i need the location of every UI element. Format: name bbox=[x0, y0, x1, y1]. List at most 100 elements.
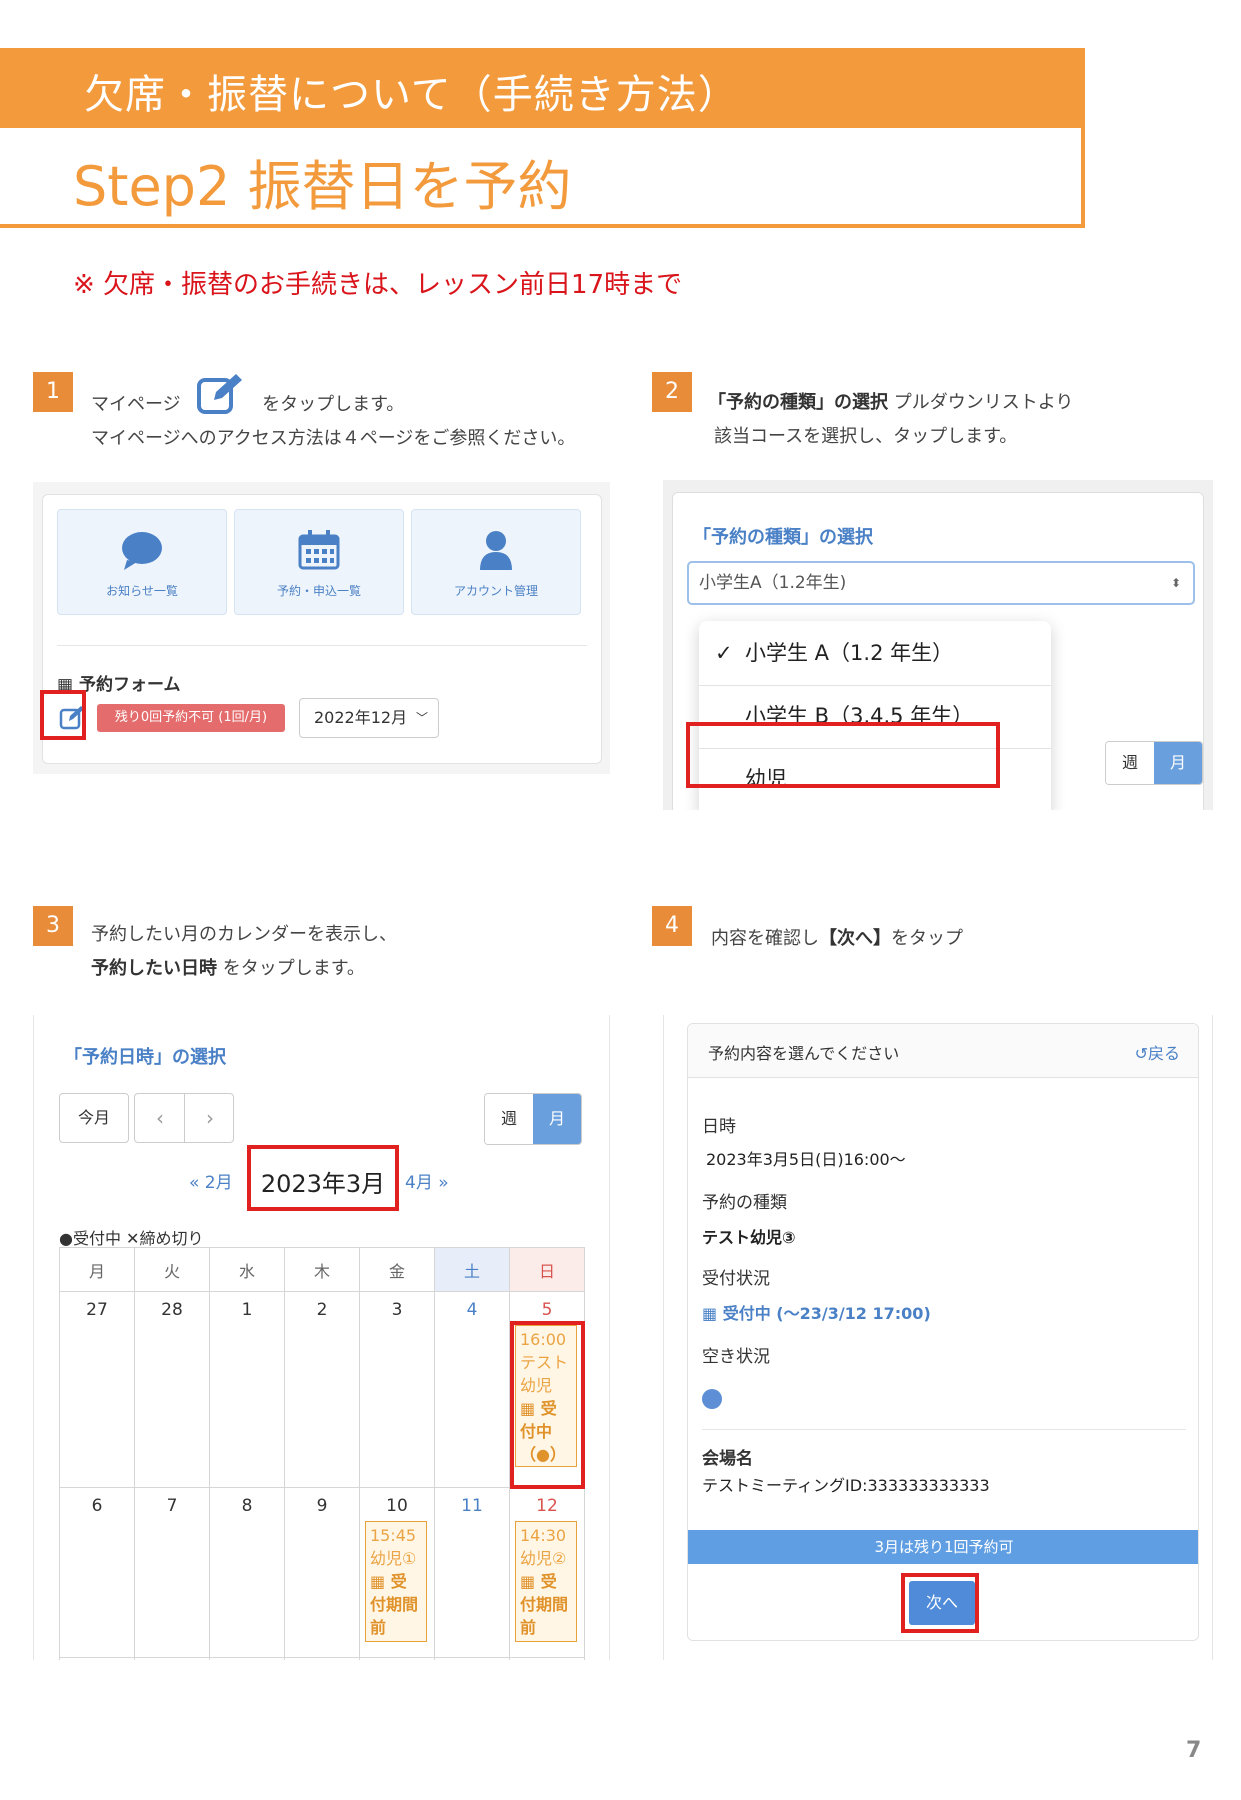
tile-notices[interactable]: お知らせ一覧 bbox=[57, 509, 227, 615]
tile-label: アカウント管理 bbox=[453, 584, 538, 598]
tile-account[interactable]: アカウント管理 bbox=[411, 509, 581, 615]
vacancy-indicator bbox=[702, 1389, 722, 1409]
vacancy-label: 空き状況 bbox=[702, 1347, 770, 1367]
title-box: Step2 振替日を予約 bbox=[0, 124, 1085, 228]
month-view-button[interactable]: 月 bbox=[1154, 742, 1202, 784]
highlight-box bbox=[510, 1321, 585, 1489]
highlight-box bbox=[247, 1145, 399, 1211]
prev-month-link[interactable]: « 2月 bbox=[189, 1168, 233, 1193]
status-value: ▦ 受付中 (〜23/3/12 17:00) bbox=[702, 1304, 931, 1323]
mypage-screenshot: お知らせ一覧 予約・申込一覧 アカウント管理 ▦ 予約フォーム 残り0回予約不可… bbox=[33, 482, 610, 774]
step-1-description: マイページ をタップします。 マイページへのアクセス方法は４ページをご参照くださ… bbox=[91, 374, 575, 456]
weekday-fri: 金 bbox=[359, 1247, 435, 1292]
tile-bookings[interactable]: 予約・申込一覧 bbox=[234, 509, 404, 615]
chevron-left-icon[interactable]: ‹ bbox=[135, 1094, 185, 1142]
step-4-number: 4 bbox=[652, 906, 692, 946]
weekday-header: 月 火 水 木 金 土 日 bbox=[59, 1247, 585, 1292]
remaining-banner: 3月は残り1回予約可 bbox=[688, 1530, 1198, 1564]
category-banner: 欠席・振替について（手続き方法） bbox=[0, 48, 1085, 124]
calendar-icon: ▦ bbox=[370, 1572, 386, 1591]
back-link[interactable]: ↺戻る bbox=[1135, 1040, 1180, 1064]
week-row: 6 7 8 9 10 15:45 幼児① ▦ 受付期間前 11 12 14:30… bbox=[59, 1487, 585, 1658]
month-nav: ‹ › bbox=[134, 1093, 234, 1143]
datetime-select-title: 「予約日時」の選択 bbox=[64, 1047, 226, 1068]
page-number: 7 bbox=[1186, 1738, 1202, 1763]
day-cell: 11 bbox=[434, 1487, 510, 1658]
day-cell: 7 bbox=[134, 1487, 210, 1658]
calendar-event[interactable]: 14:30 幼児② ▦ 受付期間前 bbox=[515, 1521, 577, 1642]
weekday-mon: 月 bbox=[59, 1247, 135, 1292]
day-cell: 1 bbox=[209, 1291, 285, 1488]
tile-label: 予約・申込一覧 bbox=[276, 584, 361, 598]
type-value: テスト幼児③ bbox=[702, 1228, 796, 1247]
step-2-number: 2 bbox=[652, 372, 692, 412]
type-select-screenshot: 「予約の種類」の選択 小学生A（1.2年生) ⬍ 週 月 ✓ 小学生 A（1.2… bbox=[663, 480, 1213, 810]
option-elementary-a[interactable]: ✓ 小学生 A（1.2 年生） bbox=[699, 623, 1051, 683]
today-button[interactable]: 今月 bbox=[59, 1093, 129, 1143]
view-toggle: 週 月 bbox=[484, 1093, 582, 1145]
step-3-number: 3 bbox=[33, 906, 73, 946]
highlight-box bbox=[686, 722, 1000, 788]
confirm-screenshot: 予約内容を選んでください ↺戻る 日時 2023年3月5日(日)16:00〜 予… bbox=[663, 1015, 1213, 1660]
weekday-thu: 木 bbox=[284, 1247, 360, 1292]
status-label: 受付状況 bbox=[702, 1269, 770, 1289]
venue-label: 会場名 bbox=[702, 1449, 753, 1469]
highlight-box bbox=[40, 690, 86, 740]
type-select-title: 「予約の種類」の選択 bbox=[693, 527, 873, 548]
deadline-notice: ※ 欠席・振替のお手続きは、レッスン前日17時まで bbox=[73, 270, 683, 300]
day-cell: 4 bbox=[434, 1291, 510, 1488]
step-2-description: 「予約の種類」の選択 プルダウンリストより 該当コースを選択し、タップします。 bbox=[708, 392, 1074, 447]
remaining-badge: 残り0回予約不可 (1回/月) bbox=[97, 704, 285, 732]
week-row: 27 28 1 2 3 4 5 16:00 テスト幼児 ▦ 受付中（●） bbox=[59, 1291, 585, 1488]
step-3-description: 予約したい月のカレンダーを表示し、 予約したい日時 をタップします。 bbox=[91, 924, 397, 979]
confirm-header: 予約内容を選んでください ↺戻る bbox=[688, 1024, 1198, 1078]
day-cell: 8 bbox=[209, 1487, 285, 1658]
week-view-button[interactable]: 週 bbox=[1106, 742, 1154, 784]
confirm-card: 予約内容を選んでください ↺戻る 日時 2023年3月5日(日)16:00〜 予… bbox=[687, 1023, 1199, 1641]
undo-icon: ↺ bbox=[1134, 1044, 1148, 1063]
highlight-box bbox=[901, 1573, 979, 1633]
confirm-heading: 予約内容を選んでください bbox=[708, 1044, 900, 1063]
view-toggle: 週 月 bbox=[1105, 741, 1203, 785]
month-view-button[interactable]: 月 bbox=[533, 1094, 581, 1144]
divider bbox=[57, 645, 587, 646]
step-4-description: 内容を確認し【次へ】をタップ bbox=[711, 928, 963, 949]
day-cell: 28 bbox=[134, 1291, 210, 1488]
tile-label: お知らせ一覧 bbox=[106, 584, 178, 598]
venue-value: テストミーティングID:333333333333 bbox=[702, 1476, 990, 1495]
check-icon: ✓ bbox=[715, 641, 733, 665]
category-title: 欠席・振替について（手続き方法） bbox=[84, 72, 739, 118]
month-calendar: 月 火 水 木 金 土 日 27 28 1 2 3 4 5 16:00 テスト幼… bbox=[59, 1247, 585, 1660]
user-icon bbox=[480, 531, 512, 570]
step-1-number: 1 bbox=[33, 372, 73, 412]
page-title: Step2 振替日を予約 bbox=[73, 155, 572, 218]
day-cell: 3 bbox=[359, 1291, 435, 1488]
calendar-icon: ▦ bbox=[520, 1572, 536, 1591]
date-value: 2023年3月5日(日)16:00〜 bbox=[706, 1150, 906, 1169]
chat-bubble-icon bbox=[122, 532, 162, 570]
calendar-event[interactable]: 15:45 幼児① ▦ 受付期間前 bbox=[365, 1521, 427, 1642]
chevron-down-icon: ﹀ bbox=[415, 711, 428, 725]
type-label: 予約の種類 bbox=[702, 1193, 787, 1213]
divider bbox=[702, 1429, 1186, 1430]
calendar-screenshot: 「予約日時」の選択 今月 ‹ › 週 月 « 2月 2023年3月 4月 » ●… bbox=[33, 1015, 610, 1660]
legend: ●受付中 ✕締め切り bbox=[59, 1229, 204, 1248]
next-month-link[interactable]: 4月 » bbox=[405, 1168, 449, 1193]
weekday-sat: 土 bbox=[434, 1247, 510, 1292]
chevron-right-icon[interactable]: › bbox=[185, 1094, 235, 1142]
type-select[interactable]: 小学生A（1.2年生) ⬍ bbox=[687, 561, 1195, 605]
day-cell: 10 15:45 幼児① ▦ 受付期間前 bbox=[359, 1487, 435, 1658]
week-view-button[interactable]: 週 bbox=[485, 1094, 533, 1144]
calendar-icon bbox=[298, 530, 340, 570]
day-cell: 27 bbox=[59, 1291, 135, 1488]
weekday-tue: 火 bbox=[134, 1247, 210, 1292]
month-select[interactable]: 2022年12月 ﹀ bbox=[299, 698, 439, 738]
mypage-card: お知らせ一覧 予約・申込一覧 アカウント管理 ▦ 予約フォーム 残り0回予約不可… bbox=[42, 494, 602, 764]
weekday-wed: 水 bbox=[209, 1247, 285, 1292]
updown-icon: ⬍ bbox=[1170, 576, 1181, 590]
date-label: 日時 bbox=[702, 1117, 736, 1137]
day-cell: 12 14:30 幼児② ▦ 受付期間前 bbox=[509, 1487, 585, 1658]
day-cell: 6 bbox=[59, 1487, 135, 1658]
weekday-sun: 日 bbox=[509, 1247, 585, 1292]
day-cell: 9 bbox=[284, 1487, 360, 1658]
